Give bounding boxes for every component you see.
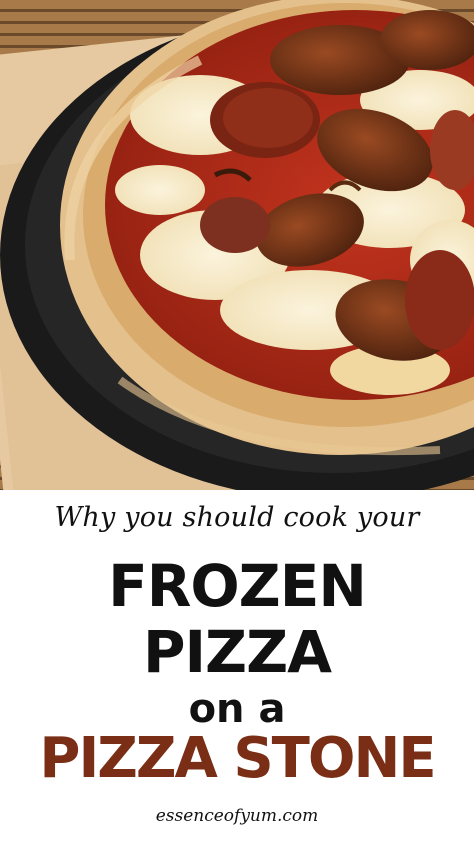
headline-frozen: FROZEN [108,552,367,620]
caption-panel: Why you should cook your FROZEN PIZZA on… [0,490,474,842]
tagline: Why you should cook your [54,502,420,533]
website-url: essenceofyum.com [155,806,319,826]
headline-pizza-stone: PIZZA STONE [39,726,436,791]
hero-photo [0,0,474,490]
headline-pizza: PIZZA [142,618,332,686]
